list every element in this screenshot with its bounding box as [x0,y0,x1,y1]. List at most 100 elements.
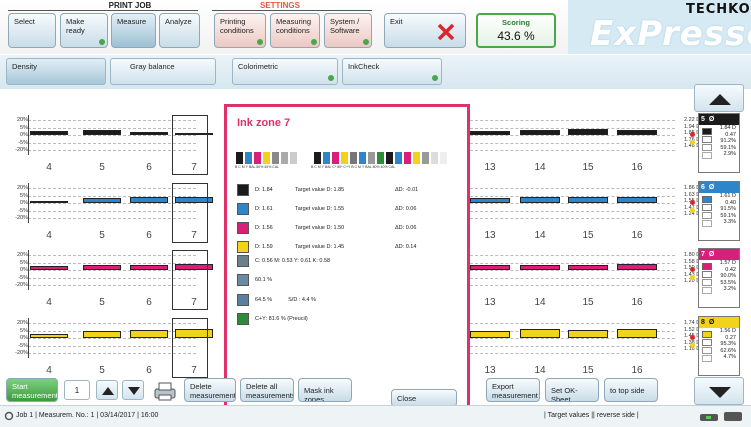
swatch [237,294,249,306]
delete-measurement-button[interactable]: Delete measurement [184,378,236,402]
stats-swatch [702,196,712,203]
next-button[interactable] [122,380,144,400]
selected-zone-box[interactable] [172,115,208,175]
zone-number: 4 [46,297,52,308]
arrow-up-icon [709,94,731,105]
zone-number: 13 [484,162,496,173]
gridline [28,270,196,271]
sd-text-1: 64.5 % [255,297,273,303]
tab-label: Gray balance [130,62,175,71]
density-row: D: 1.61 Target value D: 1.55 ΔD: 0.06 [237,202,463,216]
color-patch [421,151,430,165]
color-patch [412,151,421,165]
color-patch [358,151,367,165]
measure-button[interactable]: Measure [111,13,156,48]
color-patch [349,151,358,165]
analyze-button[interactable]: Analyze [159,13,200,48]
delta-value: ΔD: 0.06 [395,225,417,231]
gridline [28,120,196,121]
pct-text: 60.1 % [255,277,273,283]
exit-button[interactable]: Exit [384,13,466,48]
selected-zone-box[interactable] [172,183,208,243]
color-patch [280,151,289,165]
previous-button[interactable] [96,380,118,400]
set-ok-sheet-button[interactable]: Set OK-Sheet [545,378,599,402]
average-icon: Ø [708,319,715,326]
selected-zone-box[interactable] [172,318,208,378]
zone-number: 5 [99,162,105,173]
scroll-up-button[interactable] [694,84,744,112]
density-bar [470,131,510,135]
to-top-side-button[interactable]: to top side [604,378,658,402]
y-tick-label: 0% [20,200,28,206]
mask-ink-zones-button[interactable]: Mask ink zones [298,378,352,402]
tab-colorimetric[interactable]: Colorimetric [232,58,338,85]
swatch [237,255,249,267]
swatch [237,241,249,253]
expresso-logo: ExPresso [590,14,751,54]
y-tick-label: -5% [18,207,28,214]
warning-dot [690,140,695,145]
measurement-counter[interactable]: 1 [64,380,90,400]
color-patch [289,151,298,165]
stats-number: 7 [701,251,705,258]
y-tick-label: -5% [18,342,28,349]
color-patch [448,151,457,165]
printer-icon[interactable] [152,380,178,402]
tab-density[interactable]: Density [6,58,106,85]
measuring-conditions-label: Measuring conditions [276,17,312,35]
tab-gray-balance[interactable]: Gray balance [110,58,216,85]
zone-number: 4 [46,230,52,241]
density-bar [130,330,168,338]
gridline [470,285,675,286]
warning-dot [690,208,695,213]
export-measurement-button[interactable]: Export measurement [486,378,540,402]
measuring-conditions-button[interactable]: Measuring conditions [270,13,320,48]
system-software-button[interactable]: System / Software [324,13,372,48]
gridline [28,135,196,136]
gridline [470,150,675,151]
selected-zone-box[interactable] [172,250,208,310]
analyze-label: Analyze [165,17,192,26]
density-bar [617,329,657,338]
density-bar [30,266,68,270]
cmyk-text: C: 0.56 M: 0.53 Y: 0.61 K: 0.58 [255,258,331,264]
y-tick-label: 20% [16,320,28,326]
density-bar [470,198,510,203]
system-software-label: System / Software [330,17,360,35]
zone-number: 16 [631,162,643,173]
stats-swatch [702,279,712,286]
density-bar [568,197,608,203]
density-bar [568,330,608,338]
select-button[interactable]: Select [8,13,56,48]
delete-all-button[interactable]: Delete all measurements [240,378,294,402]
color-patch [367,151,376,165]
density-bar [617,197,657,203]
tab-inkcheck[interactable]: InkCheck [342,58,442,85]
color-patch [430,151,439,165]
density-value: D: 1.61 [255,206,273,212]
color-patch [262,151,271,165]
scoring-panel: Scoring 43.6 % [476,13,556,48]
make-ready-button[interactable]: Make ready [60,13,108,48]
start-measurement-button[interactable]: Start measurement [6,378,58,402]
swatch [237,274,249,286]
zone-number: 15 [582,297,594,308]
scroll-down-button[interactable] [694,377,744,405]
printing-conditions-button[interactable]: Printing conditions [214,13,266,48]
zone-number: 5 [99,230,105,241]
density-bar [130,265,168,270]
sd-row: 64.5 % S/D : 4.4 % [237,293,316,307]
y-axis [28,318,29,358]
stats-swatch [702,271,712,278]
select-label: Select [14,17,35,26]
color-patch [376,151,385,165]
y-tick-label: -5% [18,274,28,281]
swatch [237,222,249,234]
stats-box: 5 Ø 1.84 D 0.47 91.2% 59.1% 2.9% [698,113,740,173]
gridline [470,135,675,136]
arrow-up-icon [102,387,114,395]
gridline [28,142,196,144]
density-bar [83,198,121,203]
stats-box: 6 Ø 1.61 D 0.40 91.5% 59.1% 3.3% [698,181,740,241]
